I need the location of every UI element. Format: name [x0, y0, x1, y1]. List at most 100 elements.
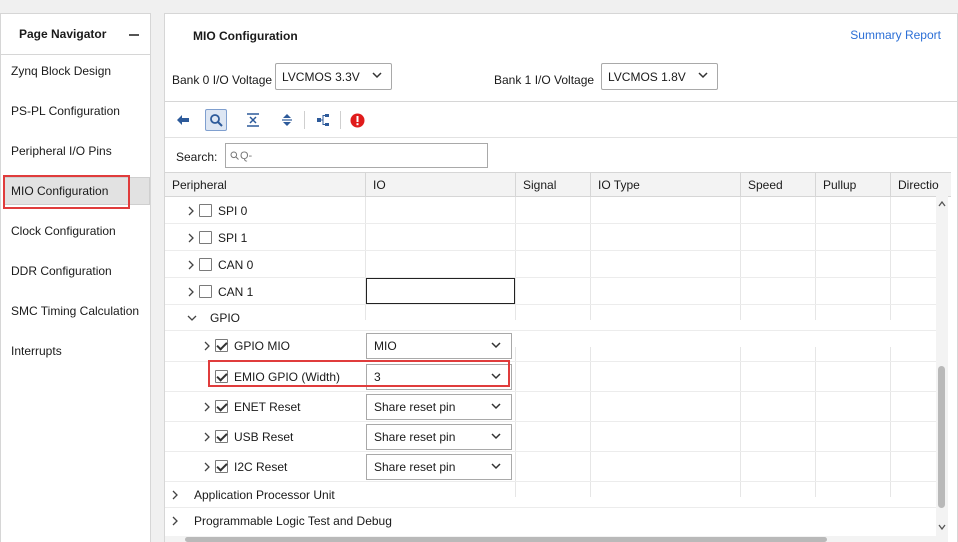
- col-peripheral[interactable]: Peripheral: [165, 173, 366, 197]
- back-arrow-icon[interactable]: [172, 109, 194, 131]
- chevron-right-icon[interactable]: [188, 260, 194, 270]
- chevron-right-icon[interactable]: [188, 233, 194, 243]
- toolbar-separator: [340, 111, 341, 129]
- nav-item-clock-configuration[interactable]: Clock Configuration: [11, 224, 116, 238]
- nav-item-interrupts[interactable]: Interrupts: [11, 344, 62, 358]
- nav-item-smc-timing-calculation[interactable]: SMC Timing Calculation: [11, 304, 139, 318]
- row-label: CAN 0: [218, 258, 254, 272]
- col-pullup[interactable]: Pullup: [816, 173, 891, 197]
- vertical-scroll-thumb[interactable]: [938, 366, 945, 508]
- table-row[interactable]: CAN 0: [165, 251, 937, 278]
- chevron-right-icon[interactable]: [204, 341, 210, 351]
- minimize-icon[interactable]: [129, 34, 139, 36]
- col-direction[interactable]: Directio: [891, 173, 951, 197]
- io-select[interactable]: Share reset pin: [366, 394, 512, 420]
- chevron-down-icon: [491, 433, 501, 440]
- scroll-up-icon[interactable]: [938, 201, 946, 207]
- checkbox[interactable]: [199, 204, 212, 217]
- page-title: MIO Configuration: [193, 29, 298, 43]
- checkbox[interactable]: [199, 285, 212, 298]
- row-label: GPIO MIO: [234, 339, 291, 353]
- nav-item-peripheral-io-pins[interactable]: Peripheral I/O Pins: [11, 144, 112, 158]
- summary-report-link[interactable]: Summary Report: [850, 28, 941, 42]
- nav-highlight-box: [3, 175, 130, 209]
- table-row[interactable]: GPIO: [165, 305, 937, 331]
- io-select[interactable]: MIO: [366, 333, 512, 359]
- table-row[interactable]: GPIO MIO MIO: [165, 331, 937, 362]
- nav-item-ddr-configuration[interactable]: DDR Configuration: [11, 264, 112, 278]
- table-header: Peripheral IO Signal IO Type Speed Pullu…: [165, 172, 951, 197]
- table-row[interactable]: Programmable Logic Test and Debug: [165, 508, 937, 534]
- search-icon[interactable]: [205, 109, 227, 131]
- chevron-down-icon: [491, 463, 501, 470]
- vertical-scrollbar[interactable]: [936, 196, 948, 542]
- search-placeholder: Q-: [240, 149, 253, 162]
- hierarchy-icon[interactable]: [312, 109, 334, 131]
- expand-all-icon[interactable]: [276, 109, 298, 131]
- checkbox[interactable]: [215, 400, 228, 413]
- table-row[interactable]: ENET Reset Share reset pin: [165, 392, 937, 422]
- chevron-down-icon: [491, 403, 501, 410]
- emio-highlight-box: [208, 360, 510, 387]
- table-row[interactable]: SPI 1: [165, 224, 937, 251]
- chevron-right-icon[interactable]: [188, 206, 194, 216]
- col-io-type[interactable]: IO Type: [591, 173, 741, 197]
- search-input[interactable]: Q-: [225, 143, 488, 168]
- navigator-title: Page Navigator: [19, 27, 107, 41]
- search-row: Search: Q-: [165, 139, 957, 175]
- bank1-voltage-select[interactable]: LVCMOS 1.8V: [601, 63, 718, 90]
- chevron-right-icon[interactable]: [188, 287, 194, 297]
- col-io[interactable]: IO: [366, 173, 516, 197]
- nav-item-zynq-block-design[interactable]: Zynq Block Design: [11, 64, 111, 78]
- chevron-down-icon[interactable]: [187, 315, 197, 321]
- io-select-value: Share reset pin: [374, 460, 456, 474]
- checkbox[interactable]: [215, 339, 228, 352]
- toolbar: [165, 103, 957, 138]
- table-row[interactable]: CAN 1: [165, 278, 937, 305]
- main-panel: MIO Configuration Summary Report Bank 0 …: [164, 13, 958, 542]
- table-row[interactable]: Application Processor Unit: [165, 482, 937, 508]
- horizontal-scrollbar[interactable]: [165, 536, 936, 542]
- row-label: SPI 1: [218, 231, 248, 245]
- horizontal-scroll-thumb[interactable]: [185, 537, 827, 542]
- table-row[interactable]: USB Reset Share reset pin: [165, 422, 937, 452]
- bank0-voltage-select[interactable]: LVCMOS 3.3V: [275, 63, 392, 90]
- bank1-label: Bank 1 I/O Voltage: [494, 73, 595, 87]
- io-cell-editor[interactable]: [366, 278, 515, 304]
- chevron-right-icon[interactable]: [204, 432, 210, 442]
- bank1-voltage-value: LVCMOS 1.8V: [608, 69, 686, 84]
- scroll-down-icon[interactable]: [938, 524, 946, 530]
- table-row[interactable]: SPI 0: [165, 197, 937, 224]
- error-icon[interactable]: [346, 109, 368, 131]
- io-select-value: MIO: [374, 339, 397, 353]
- chevron-down-icon: [491, 342, 501, 349]
- table-row[interactable]: I2C Reset Share reset pin: [165, 452, 937, 482]
- chevron-down-icon: [372, 72, 382, 79]
- row-label: SPI 0: [218, 204, 248, 218]
- col-speed[interactable]: Speed: [741, 173, 816, 197]
- io-select-value: Share reset pin: [374, 400, 456, 414]
- voltage-row: Bank 0 I/O Voltage LVCMOS 3.3V Bank 1 I/…: [165, 56, 957, 102]
- io-select[interactable]: Share reset pin: [366, 454, 512, 480]
- checkbox[interactable]: [215, 460, 228, 473]
- checkbox[interactable]: [199, 231, 212, 244]
- checkbox[interactable]: [199, 258, 212, 271]
- row-label: ENET Reset: [234, 400, 301, 414]
- checkbox[interactable]: [215, 430, 228, 443]
- row-label: Application Processor Unit: [194, 488, 335, 502]
- io-select-value: Share reset pin: [374, 430, 456, 444]
- io-select[interactable]: Share reset pin: [366, 424, 512, 450]
- search-icon: [230, 151, 239, 160]
- row-label: I2C Reset: [234, 460, 288, 474]
- chevron-right-icon[interactable]: [204, 462, 210, 472]
- row-label: GPIO: [210, 311, 241, 325]
- collapse-all-icon[interactable]: [242, 109, 264, 131]
- nav-item-ps-pl-configuration[interactable]: PS-PL Configuration: [11, 104, 120, 118]
- chevron-right-icon[interactable]: [204, 402, 210, 412]
- toolbar-separator: [304, 111, 305, 129]
- col-signal[interactable]: Signal: [516, 173, 591, 197]
- main-header: MIO Configuration Summary Report: [165, 14, 957, 56]
- chevron-right-icon[interactable]: [172, 490, 178, 500]
- chevron-down-icon: [698, 72, 708, 79]
- chevron-right-icon[interactable]: [172, 516, 178, 526]
